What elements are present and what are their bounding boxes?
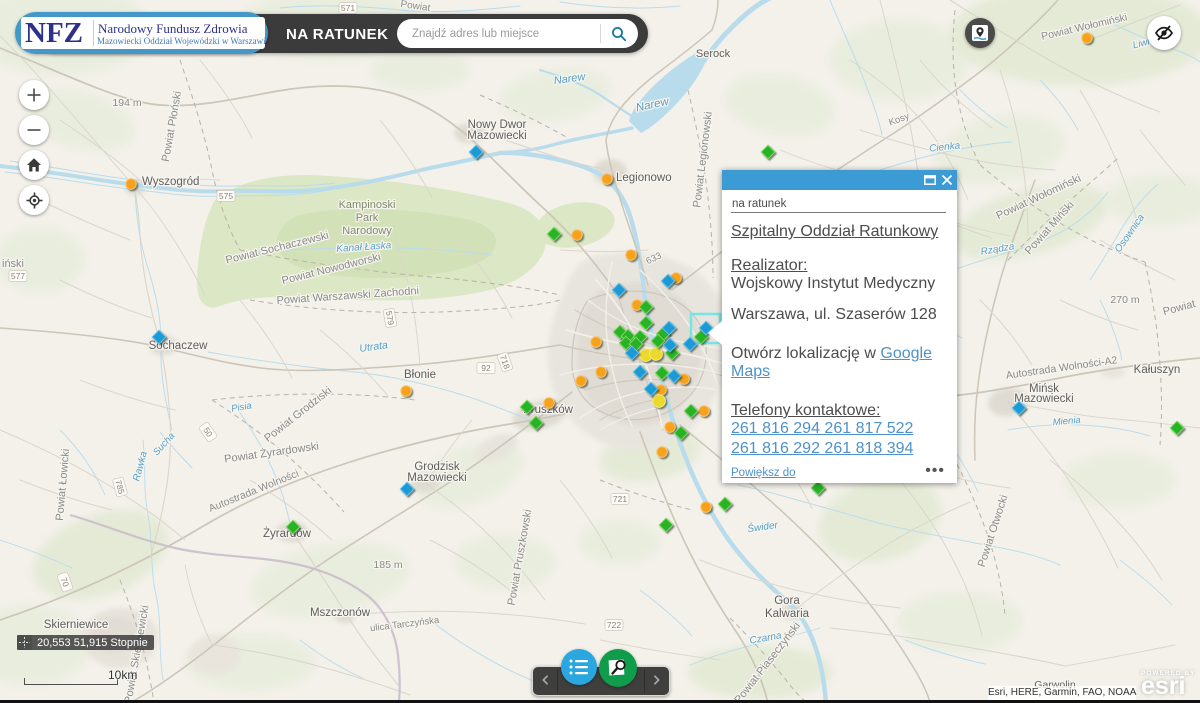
svg-text:270 m: 270 m [1110, 294, 1139, 306]
svg-text:721: 721 [613, 494, 627, 504]
svg-text:Żyrardów: Żyrardów [263, 527, 312, 540]
svg-text:575: 575 [219, 191, 233, 201]
svg-text:185 m: 185 m [373, 559, 402, 571]
svg-text:Mszczonów: Mszczonów [310, 607, 371, 619]
svg-text:Mazowiecki: Mazowiecki [1014, 393, 1073, 405]
svg-text:Mazowiecki: Mazowiecki [407, 472, 466, 484]
svg-text:iński: iński [2, 258, 24, 270]
svg-text:Narodowy: Narodowy [342, 225, 392, 237]
svg-text:Błonie: Błonie [404, 369, 436, 381]
svg-text:Kampinoski: Kampinoski [339, 199, 396, 211]
svg-text:194 m: 194 m [112, 97, 141, 109]
svg-text:Legionowo: Legionowo [616, 172, 672, 184]
svg-text:722: 722 [607, 620, 621, 630]
svg-text:Kałuszyn: Kałuszyn [1134, 364, 1181, 376]
svg-text:577: 577 [11, 271, 25, 281]
svg-text:92: 92 [481, 363, 491, 373]
svg-text:571: 571 [341, 3, 355, 13]
svg-text:Kalwaria: Kalwaria [765, 608, 810, 620]
svg-text:Park: Park [356, 212, 379, 224]
svg-text:Wyszogród: Wyszogród [142, 176, 199, 188]
svg-text:Mazowiecki: Mazowiecki [467, 130, 526, 142]
svg-text:Gora: Gora [774, 595, 800, 607]
svg-text:Serock: Serock [696, 48, 731, 60]
svg-text:Skierniewice: Skierniewice [44, 619, 109, 631]
